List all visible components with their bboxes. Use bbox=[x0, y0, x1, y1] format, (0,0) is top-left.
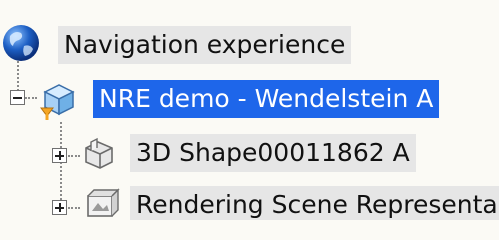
tree-child-label-2[interactable]: Rendering Scene Representa bbox=[130, 186, 499, 220]
3d-shape-icon bbox=[85, 137, 113, 169]
collapse-toggle-node[interactable] bbox=[10, 90, 25, 105]
selected-node-label[interactable]: NRE demo - Wendelstein A bbox=[93, 80, 440, 118]
tree-child-label-1[interactable]: 3D Shape00011862 A bbox=[130, 134, 416, 172]
tree-connector-node bbox=[25, 97, 37, 99]
expand-toggle-child-2[interactable] bbox=[52, 200, 67, 215]
specification-tree: Navigation experience NRE demo - Wendels… bbox=[0, 0, 499, 220]
tree-connector-children bbox=[60, 122, 62, 208]
expand-toggle-child-1[interactable] bbox=[52, 148, 67, 163]
globe-icon bbox=[3, 25, 39, 61]
tree-root-label[interactable]: Navigation experience bbox=[58, 26, 352, 64]
product-cube-icon bbox=[40, 84, 75, 120]
rendering-scene-icon bbox=[87, 188, 120, 217]
